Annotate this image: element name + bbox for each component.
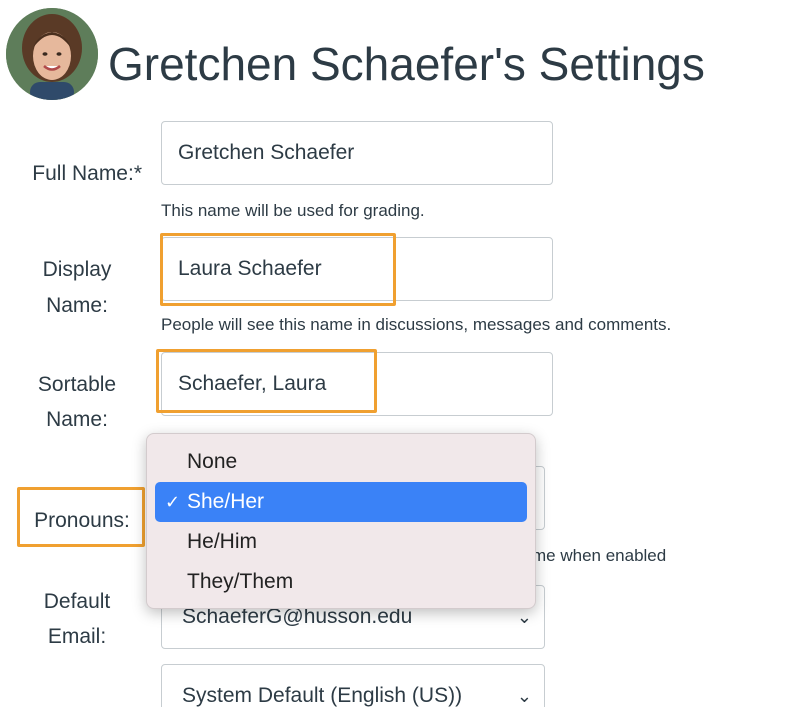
settings-page: Gretchen Schaefer's Settings Full Name:*… [0, 0, 809, 707]
language-value: System Default (English (US)) [182, 684, 463, 707]
pronouns-helper-partial: me when enabled [532, 546, 667, 565]
full-name-input[interactable]: Gretchen Schaefer [161, 121, 553, 185]
sortable-name-label-line1: Sortable [37, 373, 117, 396]
pronoun-option-they-them[interactable]: They/Them [155, 562, 527, 602]
pronouns-dropdown-menu: None ✓ She/Her He/Him They/Them [146, 433, 536, 609]
sortable-name-input[interactable]: Schaefer, Laura [161, 352, 553, 416]
pronoun-option-label: She/Her [187, 490, 265, 513]
display-name-input[interactable]: Laura Schaefer [161, 237, 553, 301]
checkmark-icon: ✓ [165, 492, 181, 512]
pronouns-label: Pronouns: [34, 509, 130, 532]
language-select[interactable]: System Default (English (US)) ⌄ [161, 664, 545, 707]
display-name-label-line1: Display [42, 258, 112, 281]
full-name-label: Full Name:* [32, 162, 142, 185]
sortable-name-label-line2: Name: [46, 408, 108, 431]
avatar-photo-icon [6, 8, 98, 100]
pronoun-option-none[interactable]: None [155, 442, 527, 482]
default-email-label-line2: Email: [47, 625, 107, 648]
display-name-helper: People will see this name in discussions… [161, 315, 672, 334]
pronoun-option-she-her[interactable]: ✓ She/Her [155, 482, 527, 522]
default-email-label-line1: Default [43, 590, 111, 613]
chevron-down-icon: ⌄ [516, 686, 532, 706]
page-title: Gretchen Schaefer's Settings [108, 38, 705, 90]
display-name-label-line2: Name: [46, 294, 108, 317]
pronoun-option-he-him[interactable]: He/Him [155, 522, 527, 562]
avatar[interactable] [6, 8, 98, 100]
full-name-helper: This name will be used for grading. [161, 201, 425, 220]
